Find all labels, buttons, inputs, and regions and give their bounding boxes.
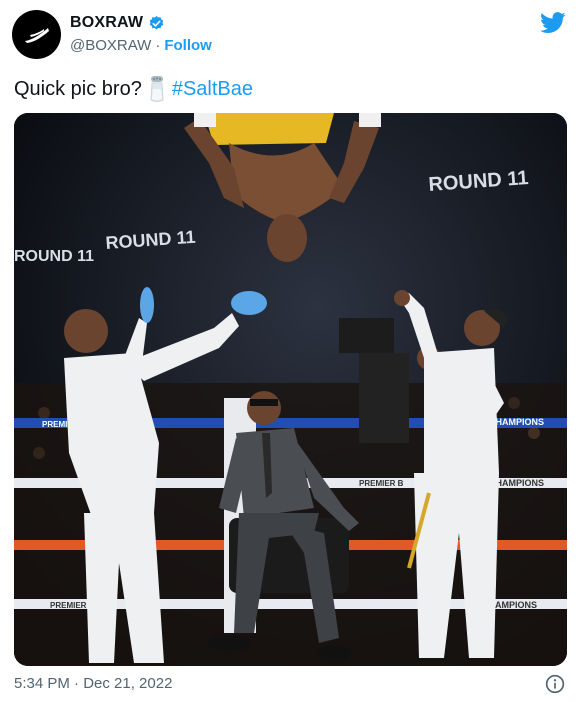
tweet-photo[interactable]: ROUND 11 ROUND 11 ROUND 11 PREMIER CHAMP… — [14, 113, 567, 666]
tweet-timestamp[interactable]: 5:34 PM · Dec 21, 2022 — [14, 675, 172, 692]
boxing-ring-scene: ROUND 11 ROUND 11 ROUND 11 PREMIER CHAMP… — [14, 113, 567, 666]
separator: · — [155, 37, 161, 54]
boxraw-logo-icon — [24, 27, 49, 43]
banner-text-2: CHAMPIONS — [489, 417, 544, 427]
banner-text-3: PREMIER B — [359, 479, 404, 488]
info-icon[interactable] — [545, 674, 565, 694]
handle-row: @BOXRAW · Follow — [70, 37, 212, 54]
twitter-bird-icon[interactable] — [540, 12, 566, 34]
avatar[interactable] — [12, 10, 61, 59]
verified-badge-icon — [149, 15, 164, 29]
screen-label-left: ROUND 11 — [14, 248, 94, 265]
follow-button[interactable]: Follow — [164, 37, 212, 54]
tweet-body: Quick pic bro? — [14, 77, 142, 100]
hashtag-link[interactable]: #SaltBae — [172, 78, 253, 101]
tweet-header: BOXRAW @BOXRAW · Follow — [0, 0, 582, 62]
name-row: BOXRAW — [70, 14, 165, 32]
handle[interactable]: @BOXRAW — [70, 37, 151, 54]
salt-shaker-icon — [150, 76, 164, 102]
tweet-text: Quick pic bro? #SaltBae — [14, 75, 253, 103]
display-name[interactable]: BOXRAW — [70, 14, 143, 32]
